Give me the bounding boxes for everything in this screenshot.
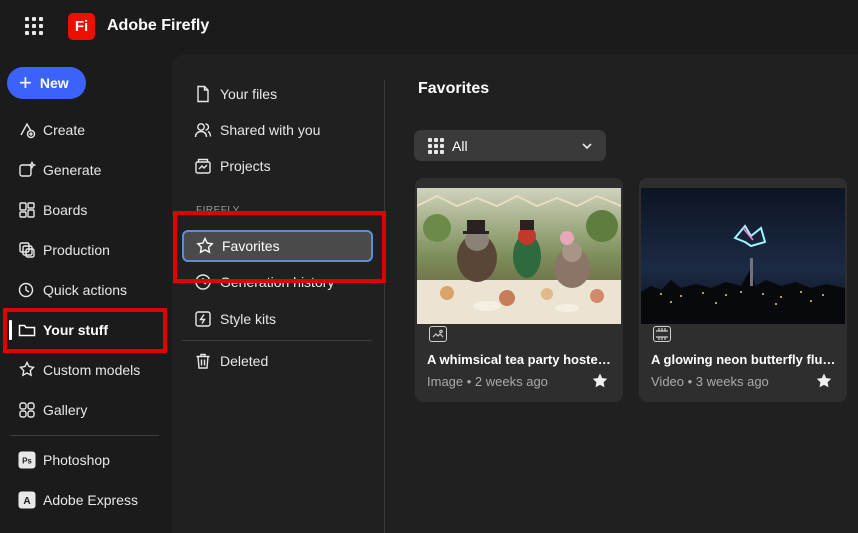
nav-item-quick-actions[interactable]: Quick actions [18, 278, 127, 302]
file-icon [197, 85, 209, 103]
photoshop-icon: Ps [18, 451, 36, 469]
subnav-label: Deleted [220, 353, 269, 369]
adobe-express-icon: A [18, 491, 36, 509]
new-button[interactable]: + New [7, 67, 86, 99]
nav-item-label: Custom models [43, 362, 141, 378]
video-icon [653, 326, 671, 342]
nav-item-label: Quick actions [43, 282, 128, 298]
card-meta: Video • 3 weeks ago [651, 374, 769, 389]
photoshop-badge: Ps [22, 457, 32, 466]
subnav-deleted[interactable]: Deleted [194, 349, 268, 373]
style-kits-icon [195, 311, 211, 327]
top-bar: Fi Adobe Firefly [0, 0, 858, 54]
your-stuff-subnav: Your files Shared with you Projects FIRE… [172, 54, 385, 533]
subnav-shared-with-you[interactable]: Shared with you [194, 118, 320, 142]
page-title: Favorites [418, 80, 490, 97]
nav-item-label: Photoshop [43, 452, 110, 468]
panel-divider [384, 80, 385, 533]
plus-icon: + [19, 70, 32, 95]
nav-item-adobe-express[interactable]: A Adobe Express [18, 488, 138, 512]
nav-item-gallery[interactable]: Gallery [18, 398, 87, 422]
nav-item-label: Adobe Express [43, 492, 138, 508]
quick-actions-icon [18, 282, 34, 298]
boards-icon [19, 202, 35, 218]
filter-value: All [452, 137, 468, 154]
subnav-style-kits[interactable]: Style kits [194, 307, 276, 331]
nav-item-production[interactable]: Production [18, 238, 110, 262]
highlight-box-your-stuff [3, 308, 167, 353]
subnav-label: Shared with you [220, 122, 321, 138]
highlight-box-favorites [173, 211, 386, 283]
nav-item-photoshop[interactable]: Ps Photoshop [18, 448, 110, 472]
nav-item-custom-models[interactable]: Custom models [18, 358, 140, 382]
main-panel: Your files Shared with you Projects FIRE… [172, 54, 858, 533]
asset-card[interactable]: A glowing neon butterfly flutt... Video … [639, 178, 847, 402]
left-nav: + New Create Generate Boards Production … [0, 54, 172, 533]
subnav-label: Projects [220, 158, 271, 174]
asset-card[interactable]: A whimsical tea party hosted ... Image •… [415, 178, 623, 402]
nav-item-create[interactable]: Create [18, 118, 85, 142]
thumbnail-video[interactable] [641, 188, 845, 324]
custom-models-icon [19, 361, 35, 377]
gallery-icon [19, 402, 35, 418]
star-filled-icon[interactable] [591, 372, 609, 390]
filter-dropdown[interactable]: All [414, 130, 606, 161]
card-meta: Image • 2 weeks ago [427, 374, 548, 389]
image-icon [429, 326, 447, 342]
shared-icon [194, 123, 212, 138]
star-filled-icon[interactable] [815, 372, 833, 390]
nav-item-label: Create [43, 122, 86, 138]
subnav-your-files[interactable]: Your files [194, 82, 277, 106]
thumbnail-image[interactable] [417, 188, 621, 324]
nav-item-generate[interactable]: Generate [18, 158, 101, 182]
generate-icon [19, 161, 36, 177]
app-title[interactable]: Adobe Firefly [107, 17, 209, 35]
nav-item-label: Boards [43, 202, 88, 218]
nav-divider [10, 435, 159, 436]
nav-item-label: Production [43, 242, 110, 258]
firefly-logo[interactable]: Fi [68, 13, 95, 40]
card-title: A glowing neon butterfly flutt... [651, 352, 837, 367]
card-title: A whimsical tea party hosted ... [427, 352, 613, 367]
subnav-projects[interactable]: Projects [194, 154, 271, 178]
nav-item-label: Generate [43, 162, 102, 178]
grid-icon [428, 137, 444, 154]
subnav-label: Style kits [220, 311, 277, 327]
trash-icon [196, 353, 210, 369]
nav-item-label: Gallery [43, 402, 88, 418]
create-icon [20, 122, 36, 139]
projects-icon [195, 158, 211, 174]
chevron-down-icon [582, 143, 592, 150]
nav-item-boards[interactable]: Boards [18, 198, 87, 222]
apps-grid-icon[interactable] [24, 16, 44, 36]
subnav-label: Your files [220, 86, 278, 102]
express-badge: A [23, 496, 30, 507]
new-button-label: New [39, 75, 69, 91]
production-icon [19, 242, 35, 258]
subnav-divider [182, 340, 372, 341]
